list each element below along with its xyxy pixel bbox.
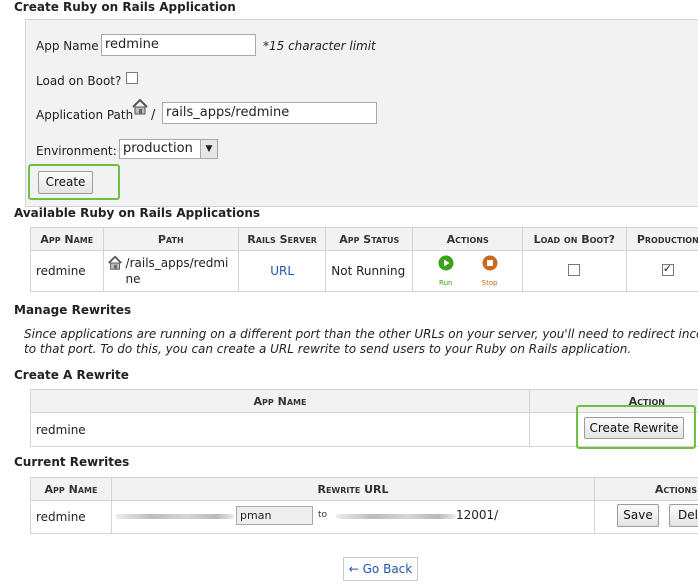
col-app-status: App Status (325, 227, 414, 251)
col-actions: Actions (412, 227, 524, 251)
description-line-1: Since applications are running on a diff… (24, 327, 698, 341)
col-path: Path (102, 227, 240, 251)
path-cell: /rails_apps/redmine (102, 250, 240, 292)
rewrite-target-suffix: 12001/ (456, 508, 499, 522)
status-cell: Not Running (325, 250, 414, 292)
col-current-app-name: App Name (30, 477, 112, 501)
load-on-boot-label: Load on Boot? (36, 74, 122, 88)
available-apps-title: Available Ruby on Rails Applications (14, 206, 261, 220)
checkmark-icon: ✓ (662, 261, 673, 275)
available-apps-table: App Name Path Rails Server App Status Ac… (30, 227, 698, 292)
col-current-actions: Actions (594, 477, 698, 501)
delete-button[interactable]: Del (669, 504, 698, 527)
table-row: redmine /rails_apps/redmine URL Not Runn… (30, 250, 698, 292)
app-path-input[interactable]: rails_apps/redmine (162, 102, 377, 124)
save-button[interactable]: Save (617, 504, 659, 527)
path-text: /rails_apps/redmine (125, 256, 229, 286)
arrow-icon: to (318, 510, 327, 520)
col-rewrite-app-name: App Name (30, 389, 530, 413)
rails-server-link[interactable]: URL (270, 264, 294, 278)
col-app-name: App Name (30, 227, 104, 251)
manage-rewrites-description: Since applications are running on a diff… (24, 327, 698, 357)
go-back-link[interactable]: ← Go Back (343, 557, 418, 581)
create-rewrite-title: Create A Rewrite (14, 368, 129, 382)
environment-label: Environment: (36, 144, 117, 158)
to-label: to (318, 510, 328, 520)
app-path-label: Application Path (36, 108, 134, 122)
run-label: Run (439, 278, 453, 287)
manage-rewrites-title: Manage Rewrites (14, 303, 132, 317)
dropdown-arrow-icon[interactable]: ▼ (200, 140, 217, 158)
create-rewrite-button[interactable]: Create Rewrite (584, 417, 684, 439)
current-rewrites-title: Current Rewrites (14, 455, 130, 469)
load-on-boot-checkbox[interactable] (126, 72, 138, 84)
app-name-cell: redmine (30, 250, 104, 292)
current-rewrites-table: App Name Rewrite URL Actions redmine (30, 477, 698, 534)
redacted-domain (116, 514, 234, 519)
app-name-label: App Name (36, 39, 99, 53)
stop-label: Stop (481, 278, 498, 287)
rewrite-app-name-cell: redmine (30, 412, 530, 447)
run-button[interactable]: Run (426, 255, 466, 288)
col-rewrite-url: Rewrite URL (111, 477, 595, 501)
char-limit-note: *15 character limit (263, 39, 376, 53)
col-load-on-boot: Load on Boot? (522, 227, 627, 251)
home-icon (107, 255, 123, 271)
col-production: Production (625, 227, 698, 251)
create-app-title: Create Ruby on Rails Application (14, 0, 236, 14)
col-rails-server: Rails Server (237, 227, 327, 251)
app-name-input[interactable]: redmine (101, 34, 256, 56)
redacted-target (336, 514, 456, 519)
app-path-separator: / (151, 108, 156, 123)
stop-button[interactable]: Stop (470, 255, 510, 288)
load-on-boot-row-checkbox[interactable] (568, 263, 581, 276)
create-button[interactable]: Create (38, 171, 93, 194)
actions-cell: Run Stop (412, 250, 524, 292)
stop-icon (482, 255, 498, 270)
environment-select-value: production (123, 141, 193, 156)
run-icon (438, 255, 454, 270)
home-icon (131, 98, 149, 116)
production-checkbox[interactable]: ✓ (661, 261, 674, 276)
rewrite-path-input[interactable]: pman (236, 506, 313, 525)
current-app-name-cell: redmine (30, 500, 112, 534)
description-line-2: to that port. To do this, you can create… (24, 342, 632, 356)
